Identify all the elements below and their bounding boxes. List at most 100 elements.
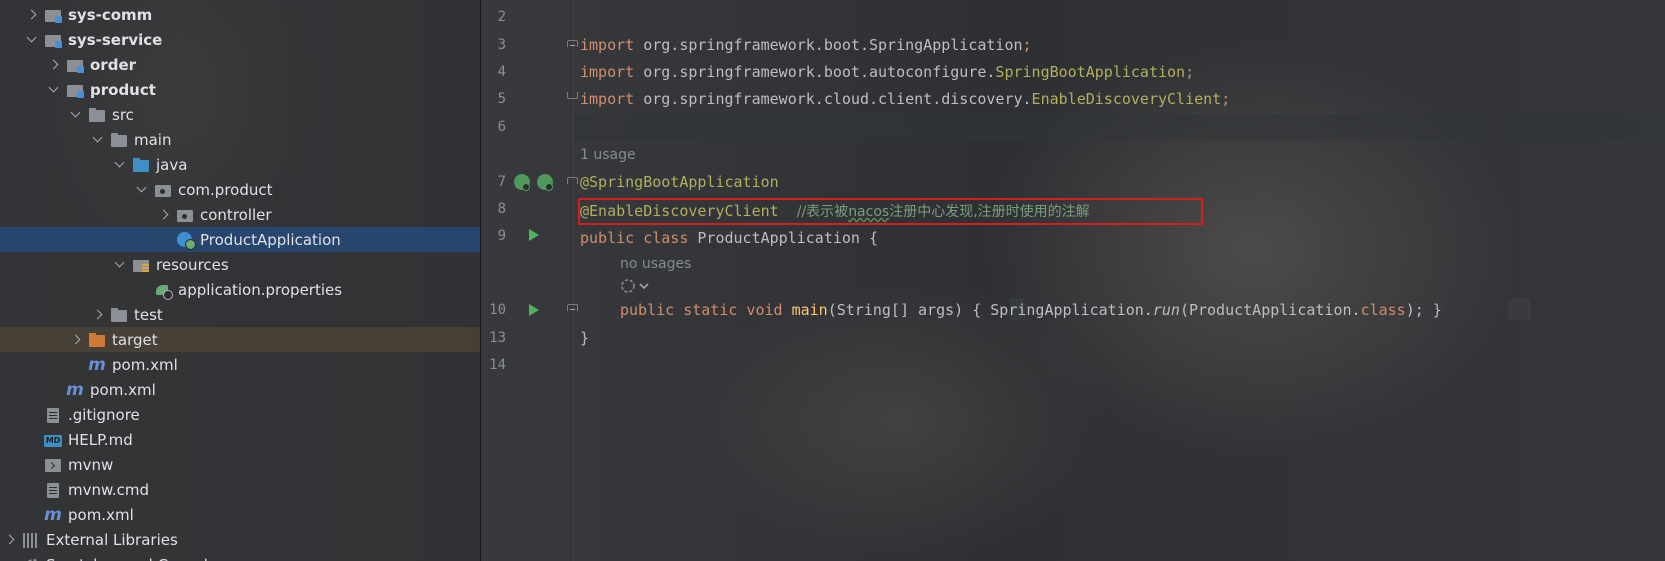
keyword: public class <box>580 229 689 247</box>
tree-item-application-properties[interactable]: application.properties <box>0 277 480 302</box>
target-folder-icon <box>88 332 106 348</box>
tree-item-mvnw[interactable]: mvnw <box>0 452 480 477</box>
tree-item-label: .gitignore <box>68 405 140 424</box>
maven-icon <box>88 357 106 373</box>
code-line-9[interactable]: public class ProductApplication { <box>580 225 878 251</box>
chevron-right-icon[interactable] <box>156 207 172 223</box>
chevron-right-icon[interactable] <box>68 332 84 348</box>
line-number: 4 <box>497 64 506 80</box>
project-tree-panel[interactable]: sys-comm sys-service order product src main ja… <box>0 0 481 561</box>
tree-item-label: src <box>112 105 134 124</box>
code-line-10[interactable]: public static void main(String[] args) {… <box>620 297 1442 323</box>
tree-item-gitignore[interactable]: .gitignore <box>0 402 480 427</box>
folded-region-close[interactable] <box>1508 298 1531 320</box>
package-path: org.springframework.boot. <box>634 36 869 54</box>
tree-item-resources[interactable]: resources <box>0 252 480 277</box>
call-args: (ProductApplication. <box>1179 301 1361 319</box>
tree-item-sys-service[interactable]: sys-service <box>0 27 480 52</box>
chevron-down-icon[interactable] <box>112 257 128 273</box>
tree-item-scratches-and-consoles[interactable]: Scratches and Consoles <box>0 552 480 561</box>
brace: } <box>1423 301 1442 319</box>
code-line-3[interactable]: import org.springframework.boot.SpringAp… <box>580 32 1032 58</box>
tree-item-pom-xml[interactable]: pom.xml <box>0 377 480 402</box>
keyword: class <box>1360 301 1406 319</box>
chevron-down-icon[interactable] <box>46 82 62 98</box>
tree-item-order[interactable]: order <box>0 52 480 77</box>
run-icon[interactable] <box>529 229 539 241</box>
line-number: 8 <box>497 201 506 217</box>
tree-item-mvnw-cmd[interactable]: mvnw.cmd <box>0 477 480 502</box>
fold-toggle-icon[interactable] <box>567 40 578 47</box>
chevron-right-icon[interactable] <box>46 57 62 73</box>
line-number: 7 <box>497 174 506 190</box>
package-icon <box>176 207 194 223</box>
current-line-highlight <box>574 114 1665 140</box>
tree-item-java[interactable]: java <box>0 152 480 177</box>
fold-toggle-icon[interactable] <box>567 304 578 311</box>
code-line-13[interactable]: } <box>580 325 589 351</box>
tree-item-label: HELP.md <box>68 430 133 449</box>
tree-item-label: controller <box>200 205 272 224</box>
usage-hint[interactable]: 1 usage <box>580 145 636 165</box>
usage-hint[interactable]: no usages <box>620 254 691 274</box>
tree-item-productapplication[interactable]: ProductApplication <box>0 227 480 252</box>
method-name: main <box>782 301 828 319</box>
run-main-icon[interactable] <box>529 304 539 316</box>
tree-item-target[interactable]: target <box>0 327 480 352</box>
keyword: import <box>580 90 635 108</box>
code-line-7[interactable]: @SpringBootApplication <box>580 169 779 195</box>
tree-item-label: pom.xml <box>112 355 178 374</box>
tree-item-label: target <box>112 330 158 349</box>
chevron-down-icon[interactable] <box>68 107 84 123</box>
call-target: SpringApplication. <box>981 301 1153 319</box>
chevron-down-icon[interactable] <box>90 132 106 148</box>
chevron-down-icon[interactable] <box>24 32 40 48</box>
line-number: 14 <box>489 357 506 373</box>
resources-folder-icon <box>132 257 150 273</box>
chevron-down-icon[interactable] <box>112 157 128 173</box>
package-icon <box>154 182 172 198</box>
tree-item-src[interactable]: src <box>0 102 480 127</box>
code-line-4[interactable]: import org.springframework.boot.autoconf… <box>580 59 1194 85</box>
module-icon <box>44 7 62 23</box>
call-close: ); <box>1405 301 1424 319</box>
tree-item-label: External Libraries <box>46 530 178 549</box>
spring-class-icon <box>176 231 196 250</box>
tree-item-product[interactable]: product <box>0 77 480 102</box>
class-declaration: ProductApplication { <box>688 229 879 247</box>
code-line-5[interactable]: import org.springframework.cloud.client.… <box>580 86 1230 112</box>
fold-toggle-icon[interactable] <box>567 177 578 184</box>
chevron-down-icon[interactable] <box>134 182 150 198</box>
spring-bean-icon[interactable] <box>514 174 530 191</box>
tree-item-test[interactable]: test <box>0 302 480 327</box>
tree-item-help-md[interactable]: HELP.md <box>0 427 480 452</box>
line-number: 6 <box>497 119 506 135</box>
tree-item-sys-comm[interactable]: sys-comm <box>0 2 480 27</box>
markdown-icon <box>44 432 62 448</box>
chevron-right-icon[interactable] <box>2 532 18 548</box>
tree-item-external-libraries[interactable]: External Libraries <box>0 527 480 552</box>
chevron-right-icon[interactable] <box>24 7 40 23</box>
keyword: import <box>580 36 635 54</box>
annotation: @SpringBootApplication <box>580 173 779 191</box>
semicolon: ; <box>1221 90 1231 108</box>
line-number: 2 <box>497 9 506 25</box>
tree-item-label: order <box>90 55 137 74</box>
chevron-right-icon[interactable] <box>90 307 106 323</box>
tree-item-main[interactable]: main <box>0 127 480 152</box>
tree-item-label: sys-service <box>68 30 163 49</box>
fold-end-icon[interactable] <box>567 92 578 99</box>
spring-bean-navigate-icon[interactable] <box>537 174 553 191</box>
keyword: import <box>580 63 635 81</box>
tree-item-pom-xml[interactable]: pom.xml <box>0 502 480 527</box>
tree-item-com-product[interactable]: com.product <box>0 177 480 202</box>
parameters: (String[] args) <box>827 301 973 319</box>
static-method: run <box>1152 301 1180 319</box>
module-icon <box>66 82 84 98</box>
ai-actions-icon[interactable] <box>620 278 652 294</box>
tree-item-controller[interactable]: controller <box>0 202 480 227</box>
file-icon <box>44 482 62 498</box>
package-path: org.springframework.boot.autoconfigure. <box>634 63 996 81</box>
keyword: public static void <box>620 301 783 319</box>
tree-item-pom-xml[interactable]: pom.xml <box>0 352 480 377</box>
